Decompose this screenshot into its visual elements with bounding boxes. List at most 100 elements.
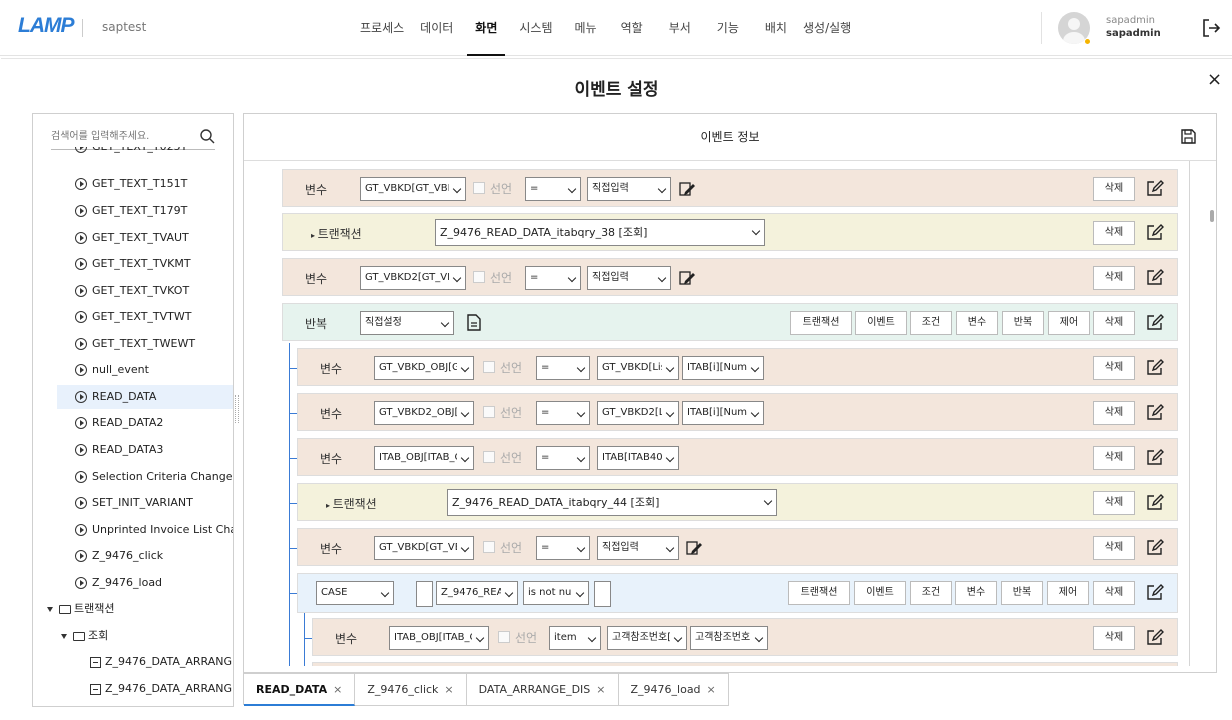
folder-query[interactable]: 조회 bbox=[61, 624, 108, 648]
declare-checkbox[interactable] bbox=[483, 451, 495, 463]
edit-icon[interactable] bbox=[1145, 268, 1164, 287]
direct-input-icon[interactable] bbox=[679, 270, 696, 286]
edit-icon[interactable] bbox=[1145, 538, 1164, 557]
target-select[interactable]: GT_VBKD2_OBJ[GT_VBKD2] bbox=[374, 401, 474, 425]
edit-icon[interactable] bbox=[1145, 493, 1164, 512]
target-select[interactable]: ITAB_OBJ[ITAB_OBJ] bbox=[374, 446, 474, 470]
declare-checkbox[interactable] bbox=[473, 182, 485, 194]
case-select[interactable]: CASE bbox=[316, 581, 394, 605]
operator-select[interactable]: = bbox=[525, 266, 581, 290]
case-operand-input[interactable] bbox=[416, 581, 433, 607]
delete-button[interactable]: 삭제 bbox=[1093, 356, 1135, 380]
nav-function[interactable]: 기능 bbox=[709, 0, 747, 56]
tree-item[interactable]: GET_TEXT_TWEWT bbox=[57, 332, 233, 356]
value-mode-select[interactable]: 직접입력 bbox=[587, 266, 671, 290]
add-loop-button[interactable]: 반복 bbox=[1002, 311, 1044, 335]
tree-item[interactable]: READ_DATA3 bbox=[57, 438, 233, 462]
edit-icon[interactable] bbox=[1145, 179, 1164, 198]
add-control-button[interactable]: 제어 bbox=[1048, 311, 1090, 335]
target-select[interactable]: GT_VBKD[GT_VBKD] bbox=[360, 177, 466, 201]
tree-item[interactable]: GET_TEXT_TVKOT bbox=[57, 279, 233, 303]
tree-item[interactable]: Z_9476_click bbox=[57, 544, 233, 568]
tree-item[interactable]: GET_TEXT_T179T bbox=[57, 199, 233, 223]
target-select[interactable]: GT_VBKD2[GT_VBKD2] bbox=[360, 266, 466, 290]
source-select[interactable]: GT_VBKD[List] bbox=[597, 356, 679, 380]
target-select[interactable]: GT_VBKD[GT_VBKD] bbox=[374, 536, 474, 560]
nav-menu[interactable]: 메뉴 bbox=[567, 0, 605, 56]
search-icon[interactable] bbox=[199, 128, 215, 144]
case-value-input[interactable] bbox=[594, 581, 611, 607]
tree-item[interactable]: GET_TEXT_TVKMT bbox=[57, 252, 233, 276]
loop-mode-select[interactable]: 직접설정 bbox=[360, 311, 454, 335]
declare-checkbox[interactable] bbox=[483, 406, 495, 418]
index-select[interactable]: ITAB[i][Num] bbox=[682, 356, 764, 380]
close-icon[interactable]: × bbox=[333, 683, 342, 696]
edit-icon[interactable] bbox=[1145, 358, 1164, 377]
delete-button[interactable]: 삭제 bbox=[1093, 536, 1135, 560]
source-select[interactable]: ITAB[ITAB40] bbox=[597, 446, 679, 470]
add-event-button[interactable]: 이벤트 bbox=[854, 581, 906, 605]
add-condition-button[interactable]: 조건 bbox=[910, 311, 952, 335]
case-condition-select[interactable]: is not null bbox=[523, 581, 589, 605]
operator-select[interactable]: = bbox=[536, 536, 590, 560]
tree-item[interactable]: Selection Criteria Change bbox=[57, 465, 233, 489]
transaction-select[interactable]: Z_9476_READ_DATA_itabqry_44 [조회] bbox=[447, 489, 777, 516]
nav-batch[interactable]: 배치 bbox=[757, 0, 795, 56]
declare-checkbox[interactable] bbox=[473, 271, 485, 283]
target-select[interactable]: ITAB_OBJ[ITAB_OBJ] bbox=[389, 626, 489, 650]
scrollbar[interactable] bbox=[1210, 210, 1214, 222]
tree-item-selected[interactable]: READ_DATA bbox=[57, 385, 233, 409]
add-condition-button[interactable]: 조건 bbox=[910, 581, 952, 605]
tree-item[interactable]: SET_INIT_VARIANT bbox=[57, 491, 233, 515]
source-select[interactable]: GT_VBKD2[List] bbox=[597, 401, 679, 425]
nav-data[interactable]: 데이터 bbox=[412, 0, 461, 56]
add-loop-button[interactable]: 반복 bbox=[1001, 581, 1043, 605]
tree-item[interactable]: Z_9476_load bbox=[57, 571, 233, 595]
folder-transaction[interactable]: 트랜잭션 bbox=[47, 597, 114, 621]
nav-department[interactable]: 부서 bbox=[661, 0, 699, 56]
transaction-select[interactable]: Z_9476_READ_DATA_itabqry_38 [조회] bbox=[435, 219, 765, 246]
nav-role[interactable]: 역할 bbox=[613, 0, 651, 56]
case-field-select[interactable]: Z_9476_READ bbox=[436, 581, 518, 605]
close-icon[interactable]: × bbox=[596, 683, 605, 696]
logo[interactable]: LAMP bbox=[18, 14, 74, 38]
delete-button[interactable]: 삭제 bbox=[1093, 401, 1135, 425]
direct-input-icon[interactable] bbox=[686, 540, 703, 556]
edit-icon[interactable] bbox=[1145, 403, 1164, 422]
operator-select[interactable]: item bbox=[549, 626, 601, 650]
tab-data-arrange-dis[interactable]: DATA_ARRANGE_DIS × bbox=[466, 673, 619, 706]
declare-checkbox[interactable] bbox=[498, 631, 510, 643]
add-variable-button[interactable]: 변수 bbox=[955, 581, 997, 605]
operator-select[interactable]: = bbox=[536, 401, 590, 425]
delete-button[interactable]: 삭제 bbox=[1093, 626, 1135, 650]
delete-button[interactable]: 삭제 bbox=[1093, 581, 1135, 605]
edit-icon[interactable] bbox=[1145, 448, 1164, 467]
tree-item[interactable]: GET_TEXT_TVAUT bbox=[57, 226, 233, 250]
operator-select[interactable]: = bbox=[536, 356, 590, 380]
search-input[interactable] bbox=[51, 124, 191, 149]
edit-icon[interactable] bbox=[1145, 583, 1164, 602]
add-variable-button[interactable]: 변수 bbox=[956, 311, 998, 335]
tree-item[interactable]: GET_TEXT_TVTWT bbox=[57, 305, 233, 329]
tree-item[interactable]: READ_DATA2 bbox=[57, 411, 233, 435]
close-icon[interactable]: × bbox=[444, 683, 453, 696]
edit-icon[interactable] bbox=[1145, 223, 1164, 242]
nav-system[interactable]: 시스템 bbox=[511, 0, 560, 56]
tab-read-data[interactable]: READ_DATA × bbox=[244, 673, 356, 706]
tab-z9476-click[interactable]: Z_9476_click × bbox=[355, 673, 467, 706]
add-transaction-button[interactable]: 트랜잭션 bbox=[788, 581, 850, 605]
edit-icon[interactable] bbox=[1145, 628, 1164, 647]
tree-file[interactable]: Z_9476_DATA_ARRANGE_DIS2 bbox=[90, 677, 233, 701]
nav-process[interactable]: 프로세스 bbox=[352, 0, 412, 56]
add-event-button[interactable]: 이벤트 bbox=[855, 311, 907, 335]
operator-select[interactable]: = bbox=[536, 446, 590, 470]
delete-button[interactable]: 삭제 bbox=[1093, 311, 1135, 335]
operator-select[interactable]: = bbox=[525, 177, 581, 201]
delete-button[interactable]: 삭제 bbox=[1093, 491, 1135, 515]
delete-button[interactable]: 삭제 bbox=[1093, 446, 1135, 470]
declare-checkbox[interactable] bbox=[483, 361, 495, 373]
delete-button[interactable]: 삭제 bbox=[1093, 221, 1135, 245]
document-icon[interactable] bbox=[466, 314, 482, 331]
declare-checkbox[interactable] bbox=[483, 541, 495, 553]
resize-handle[interactable] bbox=[235, 395, 239, 423]
